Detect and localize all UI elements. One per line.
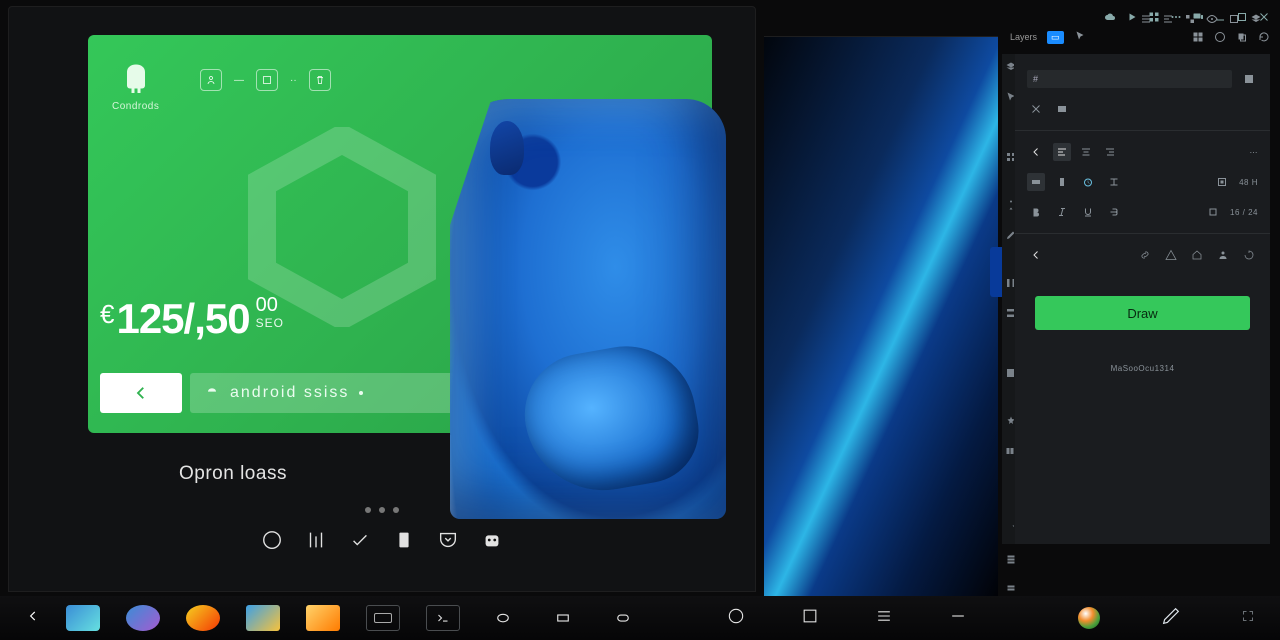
nav-menu-icon[interactable] — [874, 606, 894, 631]
refresh-icon[interactable] — [1240, 246, 1258, 264]
align-label: ⋯ — [1250, 148, 1259, 157]
android-logo-icon — [118, 59, 154, 97]
clipboard-icon[interactable] — [391, 527, 417, 553]
pager-dot — [365, 507, 371, 513]
os-taskbar — [0, 596, 1280, 640]
home-icon[interactable] — [1188, 246, 1206, 264]
expand-icon[interactable] — [1242, 609, 1254, 627]
android-pill-label: android ssiss — [230, 384, 349, 402]
app-screen[interactable]: Condrods — ·· € 125/,50 00 SEO — [88, 35, 712, 433]
taskbar-app-3[interactable] — [186, 605, 220, 631]
chevron-left-icon[interactable] — [1027, 143, 1045, 161]
price-super: 00 — [256, 295, 284, 315]
os-nav-cluster — [726, 606, 968, 631]
android-head-icon — [204, 385, 220, 401]
style-row: 16 / 24 — [1027, 203, 1258, 221]
price-amount: 125/,50 — [116, 295, 249, 343]
inspector-divider — [1015, 130, 1270, 131]
screen-caption: Opron loass — [179, 463, 287, 485]
rail-stack2-icon[interactable] — [1005, 582, 1017, 594]
url-field-value: # — [1033, 74, 1038, 84]
url-field[interactable]: # — [1027, 70, 1232, 88]
assistant-orb-icon[interactable] — [1078, 607, 1100, 629]
equalizer-icon[interactable] — [303, 527, 329, 553]
primary-action-button[interactable]: Draw — [1035, 296, 1250, 330]
tool-box-icon[interactable] — [256, 69, 278, 91]
pocket-icon[interactable] — [435, 527, 461, 553]
align-left-icon[interactable] — [1053, 143, 1071, 161]
padding-icon[interactable] — [1213, 173, 1231, 191]
price-sub: SEO — [256, 317, 284, 329]
taskbar-shape-oval[interactable] — [486, 605, 520, 631]
chevron-left-icon — [132, 384, 150, 402]
inspector-footer-label: MaSooOcu1314 — [1027, 364, 1258, 373]
nav-circle-icon[interactable] — [726, 606, 746, 631]
editor-workspace: Condrods — ·· € 125/,50 00 SEO — [8, 6, 1276, 592]
apply-icon[interactable] — [1240, 70, 1258, 88]
size-value: 48 H — [1239, 178, 1258, 187]
taskbar-shape-roundrect[interactable] — [606, 605, 640, 631]
app-button-row: android ssiss — [100, 373, 486, 413]
image-thumb-icon[interactable] — [1053, 100, 1071, 118]
device-preview-frame: Condrods — ·· € 125/,50 00 SEO — [8, 6, 756, 592]
back-button[interactable] — [100, 373, 182, 413]
width-icon[interactable] — [1027, 173, 1045, 191]
strike-icon[interactable] — [1105, 203, 1123, 221]
align-center-icon[interactable] — [1077, 143, 1095, 161]
pager-dot — [379, 507, 385, 513]
device-bottom-toolbar — [259, 527, 505, 553]
taskbar-app-active[interactable] — [366, 605, 400, 631]
taskbar-shape-rect[interactable] — [546, 605, 580, 631]
bold-icon[interactable] — [1027, 203, 1045, 221]
taskbar-app-4[interactable] — [246, 605, 280, 631]
underline-icon[interactable] — [1079, 203, 1097, 221]
height-icon[interactable] — [1053, 173, 1071, 191]
circle-icon[interactable] — [259, 527, 285, 553]
spacing-icon[interactable] — [1105, 173, 1123, 191]
app-top-toolbar: — ·· — [200, 69, 331, 91]
price-currency: € — [100, 299, 114, 330]
align-right-icon[interactable] — [1101, 143, 1119, 161]
sparkle-icon — [353, 385, 369, 401]
link-icon[interactable] — [1136, 246, 1154, 264]
check-icon[interactable] — [347, 527, 373, 553]
italic-icon[interactable] — [1053, 203, 1071, 221]
toolbar-sep: ·· — [290, 75, 297, 86]
app-brand: Condrods — [112, 59, 159, 112]
secondary-canvas[interactable] — [764, 36, 998, 596]
size-row: 48 H — [1027, 173, 1258, 191]
taskbar-tail — [1078, 605, 1254, 632]
tool-person-icon[interactable] — [200, 69, 222, 91]
page-indicator[interactable] — [365, 507, 399, 513]
stylus-icon[interactable] — [1160, 605, 1182, 632]
hand-artwork — [450, 99, 726, 519]
inspector-divider — [1015, 233, 1270, 234]
nav-minimize-icon[interactable] — [948, 606, 968, 631]
chevron-left-icon[interactable] — [1027, 246, 1045, 264]
os-back-button[interactable] — [26, 609, 40, 628]
price-display: € 125/,50 00 SEO — [100, 295, 284, 343]
user-icon[interactable] — [1214, 246, 1232, 264]
rail-stack-icon[interactable] — [1005, 552, 1017, 564]
inspector-panel: # ⋯ 48 H — [1014, 54, 1270, 544]
square-icon[interactable] — [1204, 203, 1222, 221]
brand-label: Condrods — [112, 101, 159, 112]
toolbar-sep: — — [234, 75, 244, 86]
primary-action-label: Draw — [1127, 306, 1157, 321]
align-group — [1053, 143, 1119, 161]
pager-dot — [393, 507, 399, 513]
taskbar-app-5[interactable] — [306, 605, 340, 631]
android-pill-button[interactable]: android ssiss — [190, 373, 486, 413]
warn-icon[interactable] — [1162, 246, 1180, 264]
taskbar-app-1[interactable] — [66, 605, 100, 631]
taskbar-app-terminal[interactable] — [426, 605, 460, 631]
nav-square-icon[interactable] — [800, 606, 820, 631]
robot-icon[interactable] — [479, 527, 505, 553]
timer-icon[interactable] — [1079, 173, 1097, 191]
style-value: 16 / 24 — [1230, 208, 1258, 217]
taskbar-app-2[interactable] — [126, 605, 160, 631]
tool-trash-icon[interactable] — [309, 69, 331, 91]
close-icon[interactable] — [1027, 100, 1045, 118]
